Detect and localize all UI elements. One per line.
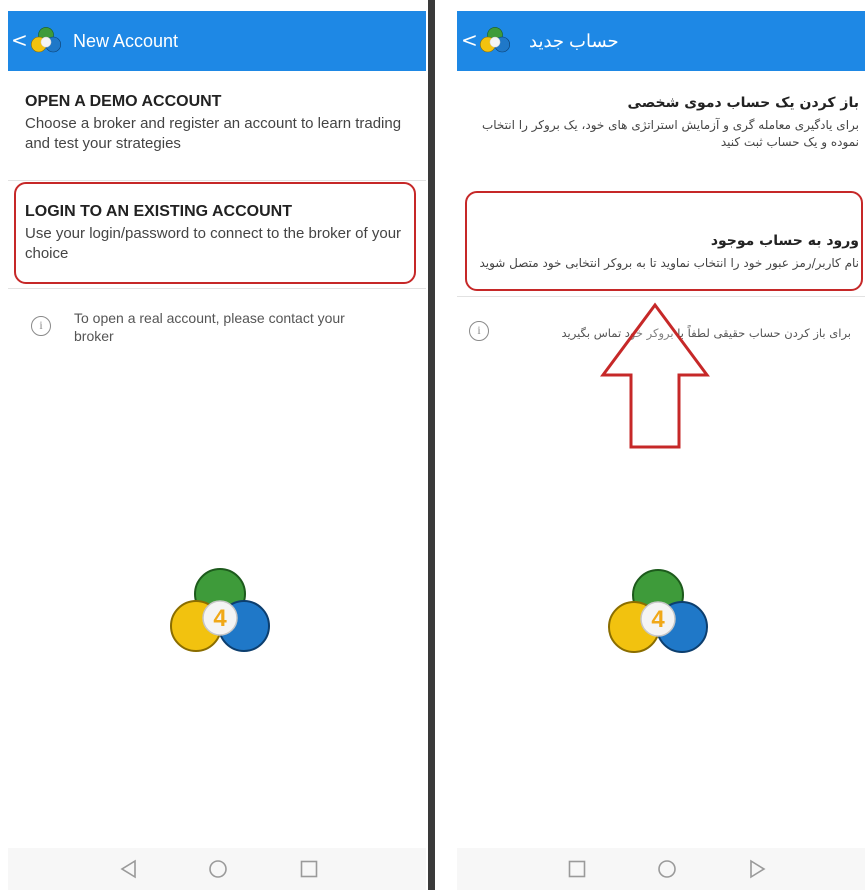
- divider: [8, 288, 426, 289]
- screenshot-divider: [428, 0, 435, 890]
- page-title: حساب جدید: [529, 31, 619, 51]
- metatrader4-logo: [31, 27, 61, 53]
- option-description: Choose a broker and register an account …: [25, 115, 402, 152]
- home-circle-icon[interactable]: [207, 858, 229, 880]
- highlight-box: [14, 182, 416, 284]
- back-triangle-icon[interactable]: [118, 858, 140, 880]
- highlight-box: [465, 191, 863, 291]
- right-phone-screen: < حساب جدید باز کردن یک حساب دموی شخصی ب…: [457, 11, 865, 890]
- app-header: < New Account: [8, 11, 426, 71]
- back-icon[interactable]: <: [11, 28, 28, 52]
- option-title: باز کردن یک حساب دموی شخصی: [627, 95, 859, 111]
- info-icon: i: [469, 321, 489, 341]
- option-title: OPEN A DEMO ACCOUNT: [25, 93, 222, 110]
- back-icon[interactable]: <: [461, 28, 478, 52]
- logo-number: 4: [213, 605, 227, 632]
- option-description: برای یادگیری معامله گری و آزمایش استراتژ…: [481, 118, 859, 149]
- divider: [457, 296, 865, 297]
- back-triangle-icon[interactable]: [746, 858, 768, 880]
- recents-square-icon[interactable]: [566, 858, 588, 880]
- metatrader4-logo: [480, 27, 510, 53]
- system-navigation-bar: [457, 848, 865, 890]
- real-account-info-text: To open a real account, please contact y…: [74, 310, 345, 344]
- metatrader4-logo: 4: [608, 569, 708, 653]
- home-circle-icon[interactable]: [656, 858, 678, 880]
- open-demo-account-option[interactable]: باز کردن یک حساب دموی شخصی برای یادگیری …: [457, 71, 865, 181]
- logo-number: 4: [651, 606, 665, 633]
- metatrader4-logo: 4: [170, 568, 270, 652]
- app-header: < حساب جدید: [457, 11, 865, 71]
- info-icon: i: [31, 316, 51, 336]
- open-demo-account-option[interactable]: OPEN A DEMO ACCOUNT Choose a broker and …: [8, 71, 426, 180]
- page-title: New Account: [73, 31, 179, 51]
- system-navigation-bar: [8, 848, 426, 890]
- recents-square-icon[interactable]: [298, 858, 320, 880]
- left-phone-screen: < New Account OPEN A DEMO ACCOUNT Choose…: [8, 11, 426, 890]
- up-arrow-annotation: [600, 302, 710, 449]
